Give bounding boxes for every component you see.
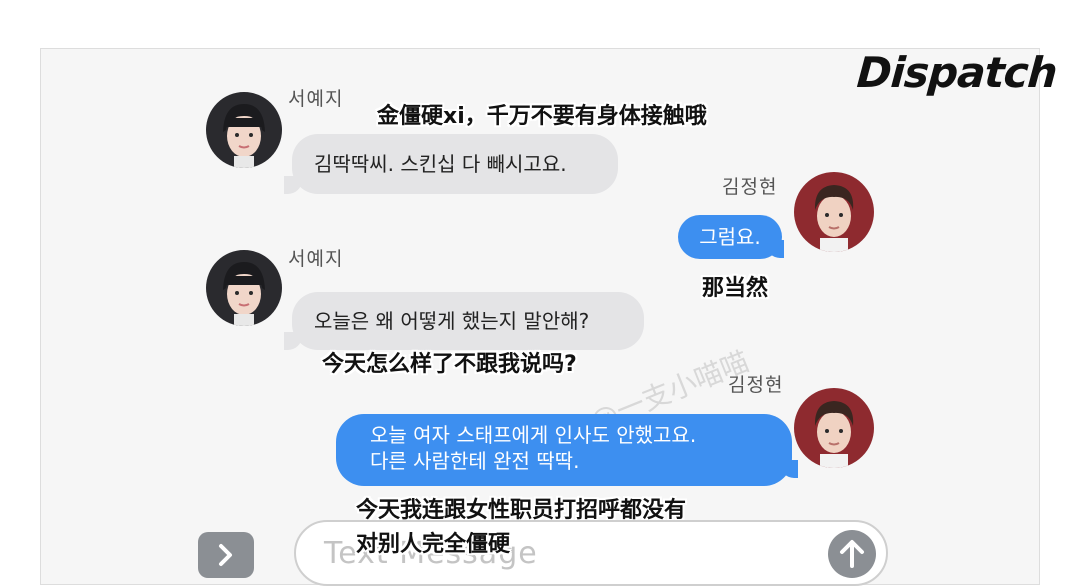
arrow-up-icon — [840, 540, 864, 568]
sender-name: 김정현 — [722, 176, 778, 198]
avatar-seo-yeji — [206, 92, 282, 168]
chevron-right-icon — [219, 544, 232, 566]
subtitle: 今天怎么样了不跟我说吗? — [322, 352, 577, 377]
message-text-line: 다른 사람한테 완전 딱딱. — [370, 449, 580, 473]
avatar-kim-junghyun — [794, 172, 874, 252]
subtitle: 对别人完全僵硬 — [356, 532, 511, 557]
message-bubble: 오늘 여자 스태프에게 인사도 안했고요. 다른 사람한테 완전 딱딱. — [336, 414, 792, 486]
sender-name: 김정현 — [728, 374, 784, 396]
avatar-kim-junghyun — [794, 388, 874, 468]
subtitle: 那当然 — [702, 276, 769, 301]
message-text: 김딱딱씨. 스킨십 다 빼시고요. — [314, 152, 567, 176]
sender-name: 서예지 — [288, 248, 344, 270]
message-text: 오늘은 왜 어떻게 했는지 말안해? — [314, 309, 590, 333]
subtitle: 金僵硬xi，千万不要有身体接触哦 — [377, 104, 707, 129]
message-bubble: 그럼요. — [678, 215, 782, 259]
message-text: 그럼요. — [699, 225, 761, 249]
send-button[interactable] — [828, 530, 876, 578]
expand-button[interactable] — [198, 532, 254, 578]
message-text-line: 오늘 여자 스태프에게 인사도 안했고요. — [370, 423, 697, 447]
message-bubble: 오늘은 왜 어떻게 했는지 말안해? — [292, 292, 644, 350]
avatar-seo-yeji — [206, 250, 282, 326]
sender-name: 서예지 — [288, 88, 344, 110]
dispatch-logo: Dispatch — [855, 48, 1059, 97]
message-bubble: 김딱딱씨. 스킨십 다 빼시고요. — [292, 134, 618, 194]
